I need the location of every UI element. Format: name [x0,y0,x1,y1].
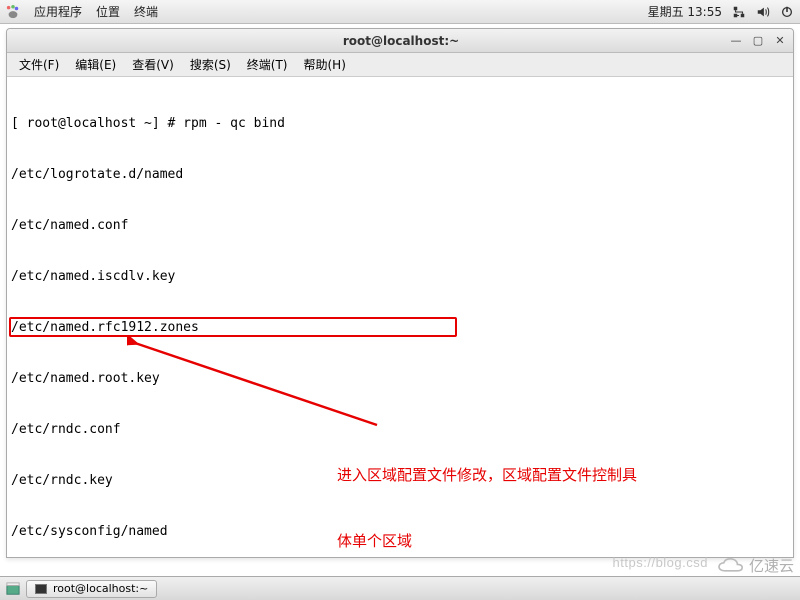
terminal-window: root@localhost:~ — ▢ ✕ 文件(F) 编辑(E) 查看(V)… [6,28,794,558]
menu-help[interactable]: 帮助(H) [298,54,352,75]
brand-logo-text: 亿速云 [749,555,794,576]
panel-menu-applications[interactable]: 应用程序 [34,3,82,20]
show-desktop-icon[interactable] [6,582,20,596]
terminal-line: /etc/named.conf [11,217,789,234]
menu-search[interactable]: 搜索(S) [184,54,237,75]
volume-icon[interactable] [756,5,770,19]
panel-menu-places[interactable]: 位置 [96,3,120,20]
gnome-top-panel: 应用程序 位置 终端 星期五 13:55 [0,0,800,24]
terminal-area[interactable]: [ root@localhost ~] # rpm - qc bind /etc… [7,77,793,557]
watermark-text: https://blog.csd [613,555,708,570]
gnome-foot-icon [6,5,20,19]
terminal-line: [ root@localhost ~] # rpm - qc bind [11,115,789,132]
window-close-button[interactable]: ✕ [773,34,787,48]
window-title: root@localhost:~ [73,34,729,48]
menu-edit[interactable]: 编辑(E) [69,54,122,75]
power-icon[interactable] [780,5,794,19]
terminal-line: /etc/logrotate.d/named [11,166,789,183]
window-minimize-button[interactable]: — [729,34,743,48]
brand-logo: 亿速云 [715,555,794,576]
terminal-line: /etc/named.iscdlv.key [11,268,789,285]
menu-view[interactable]: 查看(V) [126,54,180,75]
annotation-line: 进入区域配置文件修改，区域配置文件控制具 [337,465,757,487]
terminal-icon [35,584,47,594]
annotation-line: 体单个区域 [337,531,757,553]
window-maximize-button[interactable]: ▢ [751,34,765,48]
taskbar-entry-terminal[interactable]: root@localhost:~ [26,580,157,598]
terminal-line: /etc/named.root.key [11,370,789,387]
cloud-icon [715,556,747,576]
panel-datetime[interactable]: 星期五 13:55 [648,3,722,20]
annotation-text: 进入区域配置文件修改，区域配置文件控制具 体单个区域 [337,421,757,557]
panel-menu-terminal[interactable]: 终端 [134,3,158,20]
network-icon[interactable] [732,5,746,19]
terminal-line: /etc/named.rfc1912.zones [11,319,789,336]
menu-file[interactable]: 文件(F) [13,54,65,75]
taskbar-entry-label: root@localhost:~ [53,582,148,595]
gnome-bottom-panel: root@localhost:~ [0,576,800,600]
window-titlebar[interactable]: root@localhost:~ — ▢ ✕ [7,29,793,53]
terminal-menubar: 文件(F) 编辑(E) 查看(V) 搜索(S) 终端(T) 帮助(H) [7,53,793,77]
menu-terminal[interactable]: 终端(T) [241,54,294,75]
